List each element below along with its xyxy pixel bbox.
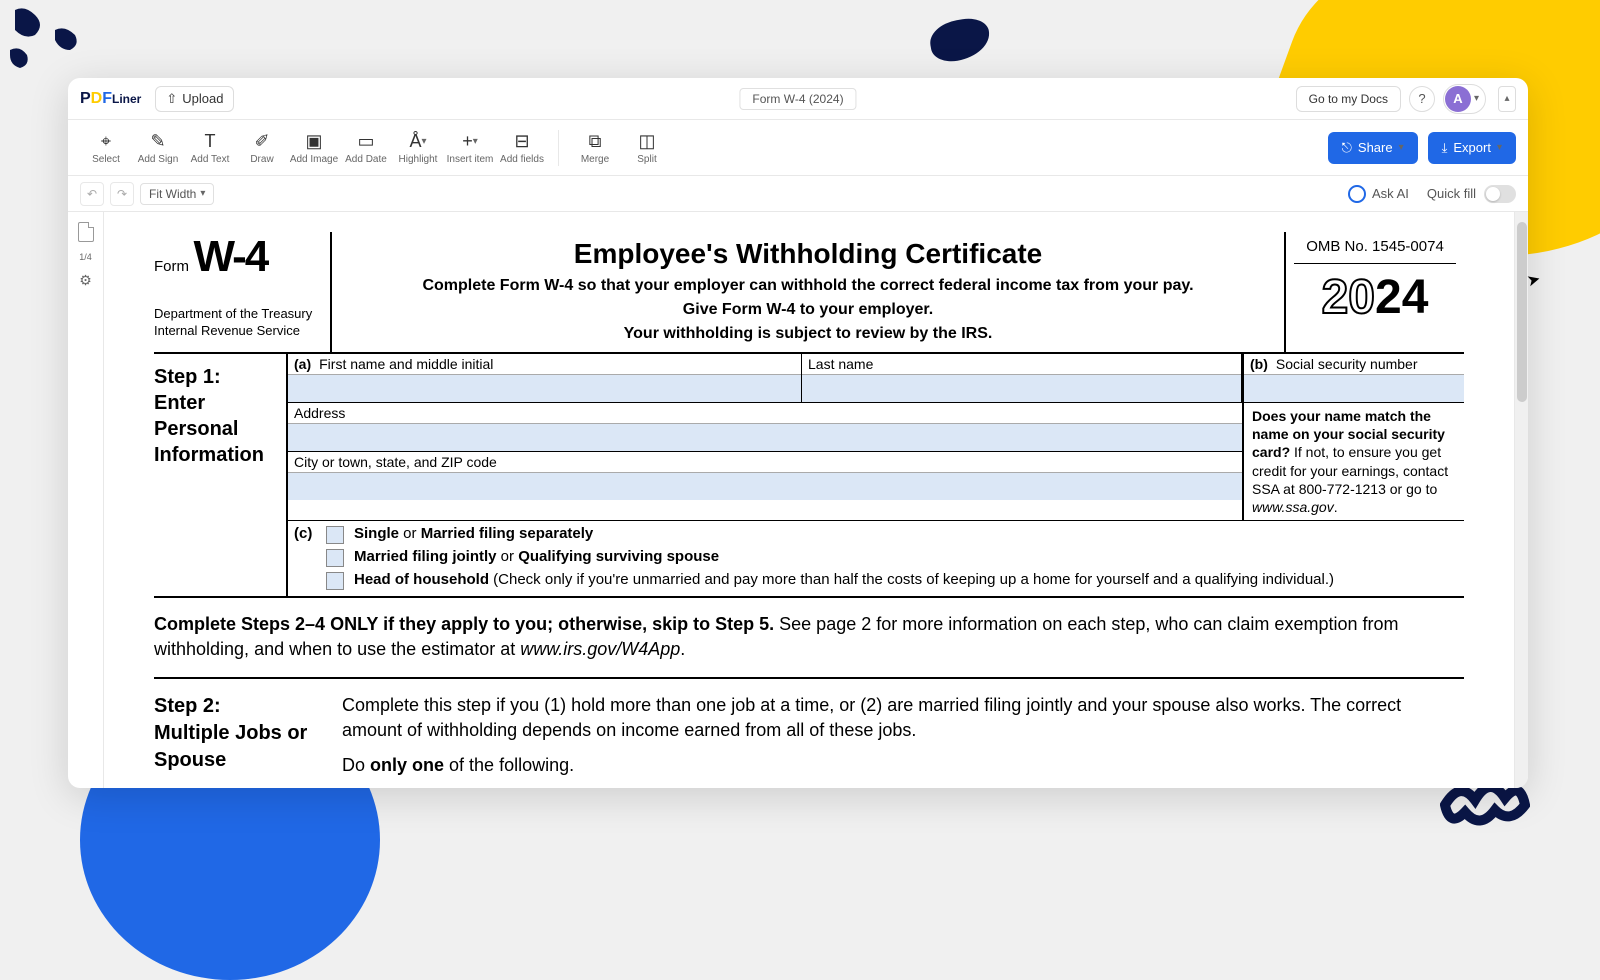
- tool-highlight[interactable]: Å▾ Highlight: [392, 123, 444, 173]
- city-field[interactable]: [288, 472, 1242, 500]
- scrollbar-thumb[interactable]: [1517, 222, 1527, 402]
- tool-insert-item[interactable]: +▾ Insert item: [444, 123, 496, 173]
- filing-hoh-checkbox[interactable]: [326, 572, 344, 590]
- first-name-label: (a)First name and middle initial: [288, 354, 801, 374]
- tool-select[interactable]: ⌖ Select: [80, 123, 132, 173]
- left-sidebar: 1/4 ⚙: [68, 212, 104, 788]
- redo-button[interactable]: ↷: [110, 182, 134, 206]
- tool-draw[interactable]: ✐ Draw: [236, 123, 288, 173]
- filing-married-joint-label: Married filing jointly or Qualifying sur…: [354, 548, 719, 565]
- ssn-label: (b)Social security number: [1244, 354, 1464, 374]
- sub-toolbar: ↶ ↷ Fit Width ▾ Ask AI Quick fill: [68, 176, 1528, 212]
- form-label: Form: [154, 258, 189, 275]
- address-label: Address: [288, 403, 1242, 423]
- split-icon: ◫: [638, 130, 655, 152]
- main-toolbar: ⌖ Select ✎ Add Sign T Add Text ✐ Draw ▣ …: [68, 120, 1528, 176]
- step2-body: Complete this step if you (1) hold more …: [342, 693, 1464, 779]
- filing-married-joint-checkbox[interactable]: [326, 549, 344, 567]
- first-name-field[interactable]: [288, 374, 801, 402]
- share-button[interactable]: ⎋ Share ▾: [1328, 132, 1418, 164]
- chevron-down-icon: ▾: [1474, 93, 1479, 104]
- download-icon: ⤓: [1442, 140, 1448, 156]
- highlighter-icon: Å▾: [409, 130, 426, 152]
- image-icon: ▣: [305, 130, 322, 152]
- chevron-down-icon: ▾: [1497, 142, 1502, 153]
- my-docs-button[interactable]: Go to my Docs: [1296, 86, 1401, 112]
- address-field[interactable]: [288, 423, 1242, 451]
- tool-add-image[interactable]: ▣ Add Image: [288, 123, 340, 173]
- ai-icon: [1348, 185, 1366, 203]
- filing-hoh-label: Head of household (Check only if you're …: [354, 571, 1334, 588]
- cursor-icon: ⌖: [101, 130, 111, 152]
- account-menu[interactable]: A ▾: [1443, 84, 1486, 114]
- form-instruction: Give Form W-4 to your employer.: [342, 298, 1274, 322]
- form-w4-document: Form W-4 Department of the Treasury Inte…: [104, 212, 1514, 788]
- ask-ai-button[interactable]: Ask AI: [1348, 185, 1409, 203]
- last-name-label: Last name: [802, 354, 1241, 374]
- form-year: 2024: [1294, 270, 1456, 325]
- form-code: W-4: [193, 232, 267, 281]
- undo-button[interactable]: ↶: [80, 182, 104, 206]
- share-icon: ⎋: [1342, 140, 1352, 156]
- dept-line: Department of the Treasury: [154, 306, 322, 323]
- form-instruction: Complete Form W-4 so that your employer …: [342, 274, 1274, 298]
- collapse-button[interactable]: ▴: [1498, 86, 1516, 112]
- chevron-down-icon: ▾: [1399, 142, 1404, 153]
- settings-icon[interactable]: ⚙: [79, 272, 92, 289]
- pencil-icon: ✐: [254, 130, 269, 152]
- document-viewport[interactable]: Form W-4 Department of the Treasury Inte…: [104, 212, 1514, 788]
- step1-heading: Step 1: Enter Personal Information: [154, 354, 286, 596]
- form-instruction: Your withholding is subject to review by…: [342, 322, 1274, 346]
- zoom-select[interactable]: Fit Width ▾: [140, 183, 214, 205]
- quick-fill-switch[interactable]: [1484, 185, 1516, 203]
- page-thumbnail-icon[interactable]: [78, 222, 94, 242]
- upload-button[interactable]: ⇧ Upload: [155, 86, 234, 112]
- tool-add-fields[interactable]: ⊟ Add fields: [496, 123, 548, 173]
- plus-icon: +▾: [462, 130, 478, 152]
- app-window: PDFLiner ⇧ Upload Form W-4 (2024) Go to …: [68, 78, 1528, 788]
- text-icon: T: [205, 130, 216, 152]
- dept-line: Internal Revenue Service: [154, 323, 322, 340]
- tool-split[interactable]: ◫ Split: [621, 123, 673, 173]
- help-button[interactable]: ?: [1409, 86, 1435, 112]
- topbar: PDFLiner ⇧ Upload Form W-4 (2024) Go to …: [68, 78, 1528, 120]
- tool-merge[interactable]: ⧉ Merge: [569, 123, 621, 173]
- quick-fill-toggle: Quick fill: [1427, 185, 1516, 203]
- export-button[interactable]: ⤓ Export ▾: [1428, 132, 1516, 164]
- filing-single-checkbox[interactable]: [326, 526, 344, 544]
- tool-add-text[interactable]: T Add Text: [184, 123, 236, 173]
- signature-icon: ✎: [150, 130, 165, 152]
- complete-steps-note: Complete Steps 2–4 ONLY if they apply to…: [154, 598, 1464, 678]
- ssn-field[interactable]: [1244, 374, 1464, 402]
- form-title: Employee's Withholding Certificate: [342, 238, 1274, 270]
- omb-number: OMB No. 1545-0074: [1294, 238, 1456, 264]
- filing-single-label: Single or Married filing separately: [354, 525, 593, 542]
- tool-add-sign[interactable]: ✎ Add Sign: [132, 123, 184, 173]
- upload-icon: ⇧: [166, 91, 177, 107]
- calendar-icon: ▭: [357, 130, 374, 152]
- tool-add-date[interactable]: ▭ Add Date: [340, 123, 392, 173]
- merge-icon: ⧉: [589, 130, 602, 152]
- page-counter: 1/4: [79, 252, 92, 262]
- chevron-down-icon: ▾: [200, 188, 205, 199]
- fields-icon: ⊟: [514, 130, 529, 152]
- vertical-scrollbar[interactable]: [1514, 212, 1528, 788]
- user-avatar: A: [1445, 86, 1471, 112]
- step2-heading: Step 2: Multiple Jobs or Spouse: [154, 693, 342, 779]
- app-logo[interactable]: PDFLiner: [80, 90, 141, 108]
- document-title[interactable]: Form W-4 (2024): [739, 88, 856, 110]
- city-label: City or town, state, and ZIP code: [288, 452, 1242, 472]
- last-name-field[interactable]: [802, 374, 1241, 402]
- ssn-match-note: Does your name match the name on your so…: [1242, 403, 1464, 520]
